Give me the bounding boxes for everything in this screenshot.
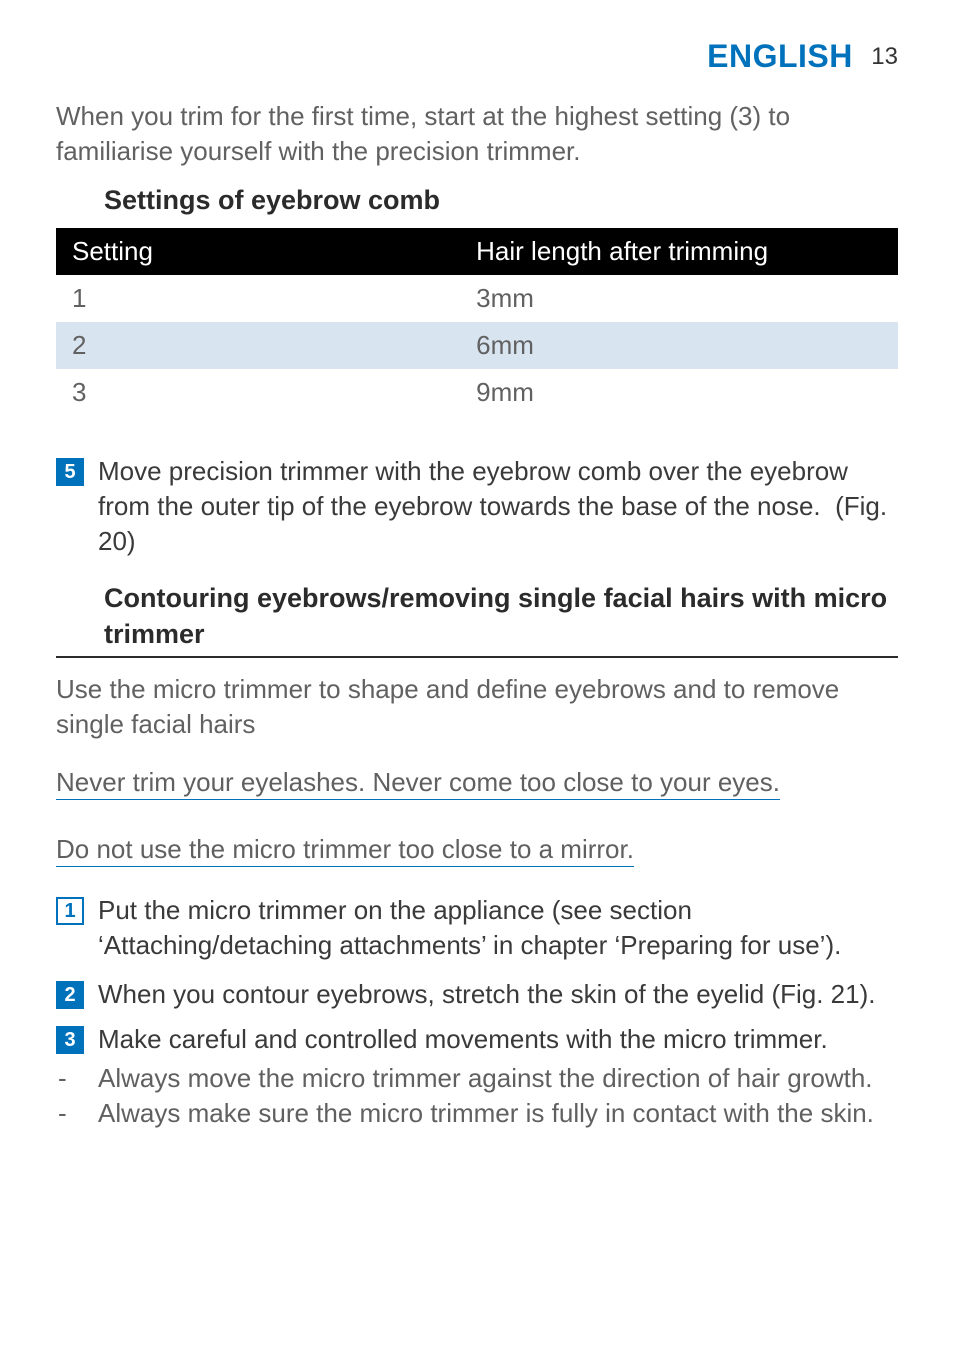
language-label: ENGLISH (707, 38, 853, 74)
step-1: 1 Put the micro trimmer on the appliance… (56, 893, 898, 963)
step-number-badge: 5 (56, 458, 84, 486)
step-number-badge: 3 (56, 1026, 84, 1054)
table-header-row: Setting Hair length after trimming (56, 228, 898, 275)
warning-2-block: Do not use the micro trimmer too close t… (56, 825, 898, 874)
warning-1-block: Never trim your eyelashes. Never come to… (56, 758, 898, 807)
table-row: 1 3mm (56, 275, 898, 322)
bullet-item: - Always move the micro trimmer against … (58, 1061, 898, 1096)
cell-setting: 2 (56, 322, 460, 369)
step-5: 5 Move precision trimmer with the eyebro… (56, 454, 898, 559)
step-2: 2 When you contour eyebrows, stretch the… (56, 977, 898, 1012)
cell-length: 9mm (460, 369, 898, 416)
col-setting: Setting (56, 228, 460, 275)
section-intro: Use the micro trimmer to shape and defin… (56, 672, 898, 742)
section-rule (56, 656, 898, 658)
settings-table: Setting Hair length after trimming 1 3mm… (56, 228, 898, 416)
bullet-text: Always make sure the micro trimmer is fu… (98, 1096, 874, 1131)
step-text: Move precision trimmer with the eyebrow … (98, 454, 898, 559)
cell-setting: 1 (56, 275, 460, 322)
table-row: 3 9mm (56, 369, 898, 416)
warning-2: Do not use the micro trimmer too close t… (56, 834, 634, 867)
step-text: Put the micro trimmer on the appliance (… (98, 893, 898, 963)
dash-icon: - (58, 1061, 78, 1096)
cell-setting: 3 (56, 369, 460, 416)
warning-1: Never trim your eyelashes. Never come to… (56, 767, 780, 800)
dash-icon: - (58, 1096, 78, 1131)
cell-length: 6mm (460, 322, 898, 369)
cell-length: 3mm (460, 275, 898, 322)
col-length: Hair length after trimming (460, 228, 898, 275)
section-heading: Contouring eyebrows/removing single faci… (104, 581, 898, 651)
page-header: ENGLISH 13 (56, 38, 898, 75)
table-row: 2 6mm (56, 322, 898, 369)
page-number: 13 (871, 43, 898, 70)
step-text: When you contour eyebrows, stretch the s… (98, 977, 898, 1012)
bullet-item: - Always make sure the micro trimmer is … (58, 1096, 898, 1131)
step-3: 3 Make careful and controlled movements … (56, 1022, 898, 1057)
intro-paragraph: When you trim for the first time, start … (56, 99, 898, 169)
table-title: Settings of eyebrow comb (104, 185, 898, 216)
step-number-badge: 2 (56, 981, 84, 1009)
step-number-badge: 1 (56, 897, 84, 925)
step-text: Make careful and controlled movements wi… (98, 1022, 898, 1057)
bullet-text: Always move the micro trimmer against th… (98, 1061, 873, 1096)
